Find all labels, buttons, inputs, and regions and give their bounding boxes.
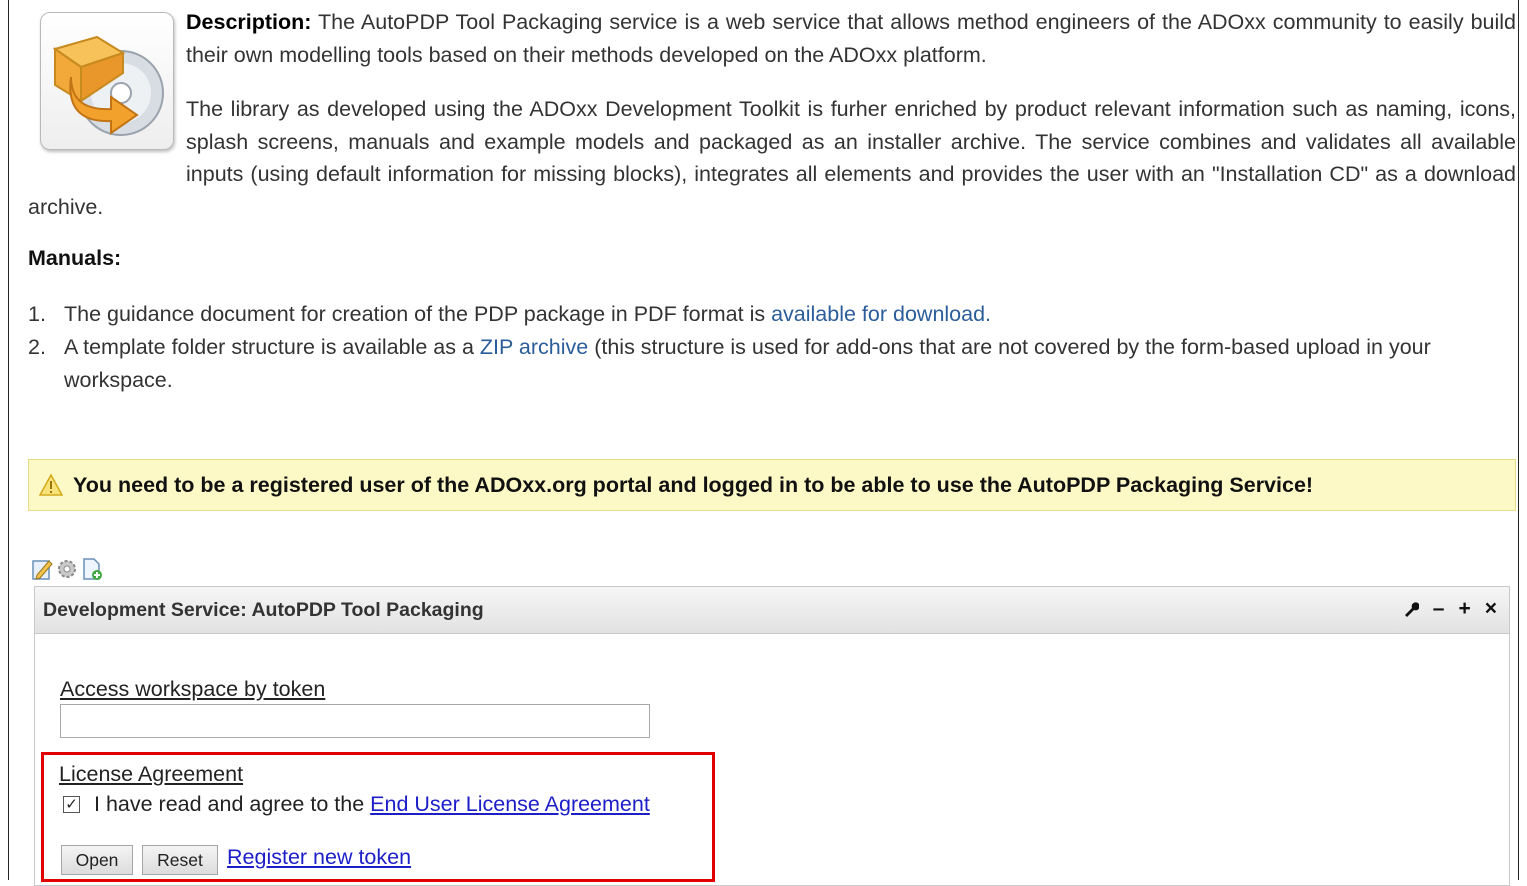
list-item: 2. A template folder structure is availa… [28,331,1508,397]
manuals-title: Manuals: [28,246,122,270]
download-guidance-link[interactable]: available for download. [771,302,991,326]
license-label: License Agreement [59,762,244,786]
eula-link[interactable]: End User License Agreement [370,792,650,817]
zip-archive-link[interactable]: ZIP archive [480,335,588,359]
list-text: The guidance document for creation of th… [64,302,772,326]
gear-icon[interactable] [56,557,78,581]
agree-row: ✓ I have read and agree to the End User … [63,792,650,817]
warning-text: You need to be a registered user of the … [73,472,1314,497]
portlet-title: Development Service: AutoPDP Tool Packag… [43,598,484,621]
logo-spacer [28,6,186,186]
register-token-link[interactable]: Register new token [227,845,411,870]
token-label: Access workspace by token [60,677,326,701]
manuals-list: 1. The guidance document for creation of… [28,298,1508,397]
list-number: 1. [28,302,46,326]
list-item: 1. The guidance document for creation of… [28,298,1508,331]
wrench-icon[interactable] [1403,597,1420,621]
description-para2: The library as developed using the ADOxx… [28,97,1516,219]
agree-checkbox[interactable]: ✓ [63,796,80,813]
list-text: A template folder structure is available… [64,335,480,359]
list-number: 2. [28,335,46,359]
description-text: Description: The AutoPDP Tool Packaging … [28,6,1516,246]
minimize-icon[interactable]: – [1433,597,1445,621]
edit-icon[interactable] [31,557,53,581]
login-warning: You need to be a registered user of the … [28,459,1516,511]
token-input[interactable] [60,704,650,738]
portlet-toolbar [31,557,103,581]
warning-icon [38,473,64,496]
agree-text: I have read and agree to the [94,792,365,816]
maximize-icon[interactable]: + [1458,597,1470,621]
description-para1: The AutoPDP Tool Packaging service is a … [186,10,1516,67]
description-label: Description: [186,10,312,34]
add-page-icon[interactable] [81,557,103,581]
reset-button[interactable]: Reset [142,845,218,875]
open-button[interactable]: Open [61,845,133,875]
close-icon[interactable]: × [1485,597,1497,621]
portlet-controls: – + × [1403,597,1497,621]
portlet-header: Development Service: AutoPDP Tool Packag… [35,587,1509,634]
